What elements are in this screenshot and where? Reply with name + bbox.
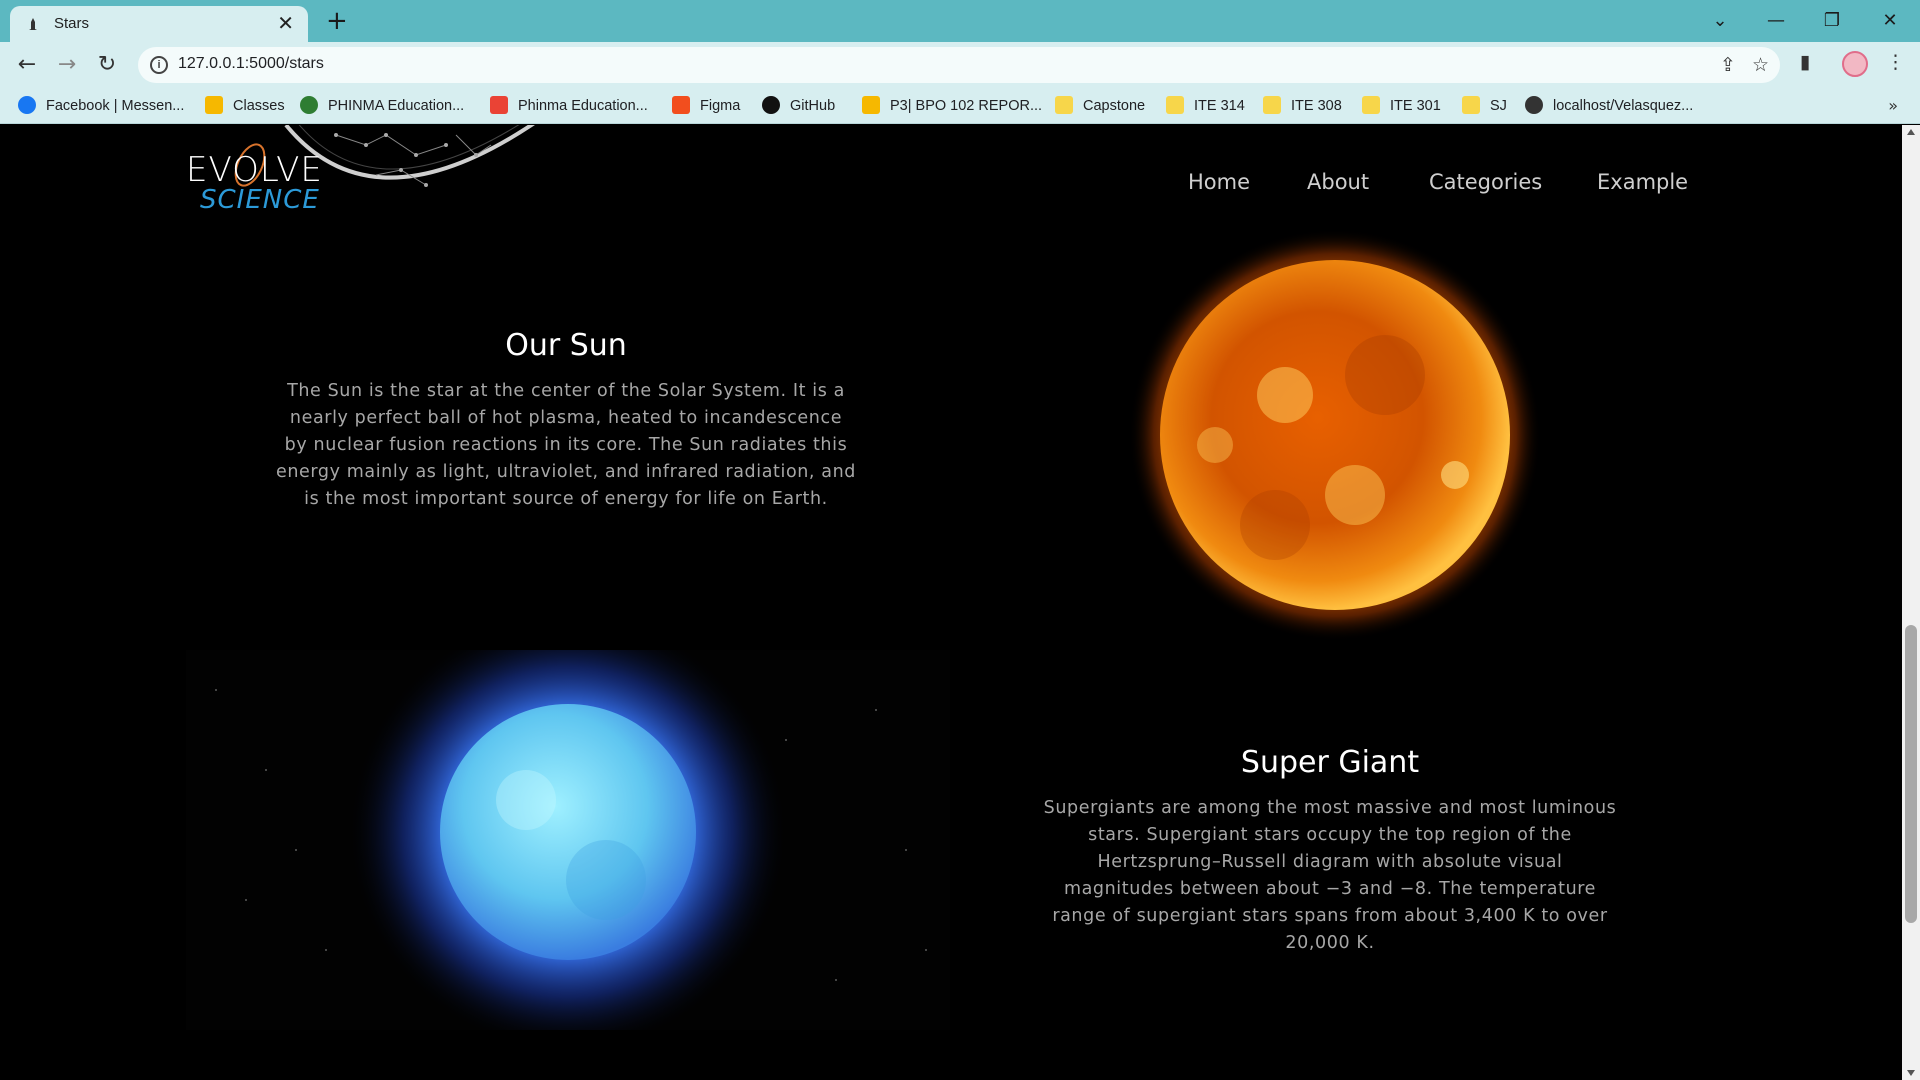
nav-about[interactable]: About [1307, 170, 1369, 194]
bookmark-label: ITE 308 [1291, 98, 1342, 114]
bookmark-label: Phinma Education... [518, 98, 648, 114]
bookmark-item[interactable]: localhost/Velasquez... [1525, 96, 1693, 116]
bookmark-item[interactable]: Classes [205, 96, 285, 116]
bookmark-label: P3| BPO 102 REPOR... [890, 98, 1043, 114]
bookmark-label: PHINMA Education... [328, 98, 465, 114]
bookmark-favicon-icon [762, 96, 780, 114]
bookmark-favicon-icon [1166, 96, 1184, 114]
bookmark-label: Facebook | Messen... [46, 98, 185, 114]
site-info-icon[interactable]: i [150, 56, 168, 74]
menu-icon[interactable]: ⋮ [1886, 51, 1905, 73]
page-scrollbar[interactable] [1902, 125, 1920, 1080]
bookmark-item[interactable]: P3| BPO 102 REPOR... [862, 96, 1042, 116]
bookmark-label: Figma [700, 98, 741, 114]
bookmark-favicon-icon [205, 96, 223, 114]
tab-search-icon[interactable]: ⌄ [1700, 6, 1740, 36]
nav-categories[interactable]: Categories [1429, 170, 1542, 194]
restore-button[interactable]: ❐ [1812, 6, 1852, 36]
bookmark-star-icon[interactable]: ☆ [1752, 54, 1769, 76]
address-bar[interactable]: i 127.0.0.1:5000/stars ⇪ ☆ [138, 47, 1780, 83]
bookmark-label: Classes [233, 98, 285, 114]
scroll-up-icon[interactable] [1907, 129, 1915, 135]
bookmark-item[interactable]: ITE 314 [1166, 96, 1245, 116]
bookmark-favicon-icon [1525, 96, 1543, 114]
bookmark-item[interactable]: Capstone [1055, 96, 1145, 116]
tab-close-icon[interactable]: ✕ [277, 13, 294, 33]
bookmark-favicon-icon [18, 96, 36, 114]
logo-sub-text: SCIENCE [200, 185, 320, 215]
bookmarks-bar: » Facebook | Messen... Classes PHINMA Educ… [0, 88, 1920, 124]
scroll-down-icon[interactable] [1907, 1070, 1915, 1076]
tab-title: Stars [54, 15, 90, 32]
bookmark-favicon-icon [862, 96, 880, 114]
address-url[interactable]: 127.0.0.1:5000/stars [178, 55, 324, 73]
bookmark-item[interactable]: PHINMA Education... [300, 96, 464, 116]
close-window-button[interactable]: ✕ [1870, 6, 1910, 36]
minimize-button[interactable]: — [1756, 6, 1796, 36]
bookmark-favicon-icon [1462, 96, 1480, 114]
bookmark-label: SJ [1490, 98, 1507, 114]
reload-icon[interactable]: ↻ [92, 50, 122, 80]
browser-tab[interactable]: Stars ✕ [10, 6, 308, 42]
bookmark-label: ITE 314 [1194, 98, 1245, 114]
bookmark-label: Capstone [1083, 98, 1146, 114]
bookmark-item[interactable]: ITE 301 [1362, 96, 1441, 116]
bookmark-item[interactable]: Phinma Education... [490, 96, 648, 116]
tab-favicon-icon [29, 18, 37, 30]
browser-tab-strip: Stars ✕ + ⌄ — ❐ ✕ [0, 0, 1920, 42]
super-giant-section-text: Supergiants are among the most massive a… [1043, 798, 1617, 953]
super-giant-image [186, 650, 950, 1030]
page-content: EVOLVE SCIENCE Home About Categories Exa… [0, 125, 1902, 1080]
share-icon[interactable]: ⇪ [1720, 54, 1736, 76]
bookmark-label: localhost/Velasquez... [1553, 98, 1694, 114]
bookmark-item[interactable]: SJ [1462, 96, 1507, 116]
back-icon[interactable]: ← [12, 50, 42, 80]
side-panel-icon[interactable]: ▮ [1800, 51, 1810, 73]
bookmark-item[interactable]: ITE 308 [1263, 96, 1342, 116]
bookmark-favicon-icon [672, 96, 690, 114]
bookmark-label: ITE 301 [1390, 98, 1441, 114]
bookmark-item[interactable]: GitHub [762, 96, 835, 116]
bookmark-favicon-icon [1055, 96, 1073, 114]
browser-toolbar: ← → ↻ i 127.0.0.1:5000/stars ⇪ ☆ ▮ ⋮ [0, 42, 1920, 88]
bookmark-favicon-icon [1263, 96, 1281, 114]
nav-home[interactable]: Home [1188, 170, 1250, 194]
bookmark-favicon-icon [490, 96, 508, 114]
bookmark-item[interactable]: Figma [672, 96, 740, 116]
sun-image [1129, 229, 1541, 641]
bookmark-favicon-icon [1362, 96, 1380, 114]
nav-example[interactable]: Example [1597, 170, 1688, 194]
sun-section-text: The Sun is the star at the center of the… [276, 381, 856, 509]
new-tab-button[interactable]: + [326, 6, 348, 36]
more-bookmarks-icon[interactable]: » [1888, 96, 1898, 115]
bookmark-favicon-icon [300, 96, 318, 114]
forward-icon[interactable]: → [52, 50, 82, 80]
profile-avatar[interactable] [1842, 51, 1868, 77]
sun-section-title: Our Sun [505, 328, 627, 363]
bookmark-item[interactable]: Facebook | Messen... [18, 96, 184, 116]
bookmark-label: GitHub [790, 98, 836, 114]
super-giant-section-title: Super Giant [1240, 745, 1420, 780]
logo-main-text: EVOLVE [186, 150, 323, 190]
scroll-thumb[interactable] [1905, 625, 1917, 923]
